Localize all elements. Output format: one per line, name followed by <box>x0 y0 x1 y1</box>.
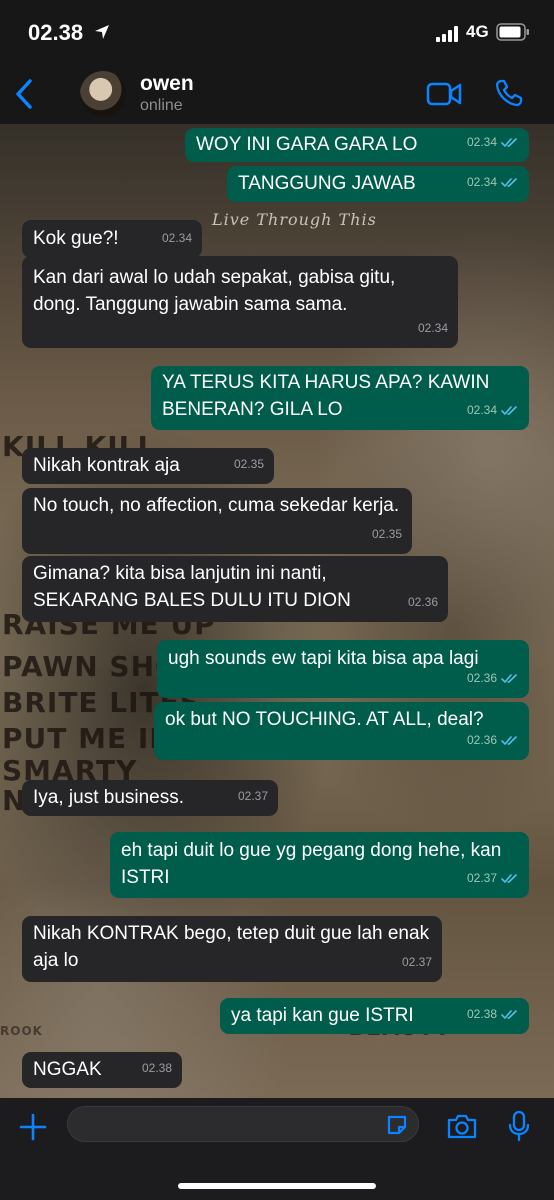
message-meta: 02.34 <box>467 129 519 156</box>
message-meta: 02.36 <box>408 589 438 616</box>
double-check-icon <box>501 137 517 147</box>
message-text: Kok gue?! <box>33 228 119 249</box>
message-text: Iya, just business. <box>33 787 185 808</box>
double-check-icon <box>501 177 517 187</box>
plus-icon[interactable] <box>18 1112 48 1142</box>
message-meta: 02.36 <box>467 665 519 692</box>
message-meta: 02.34 <box>418 315 448 342</box>
message-time: 02.36 <box>466 671 497 685</box>
message-bubble-incoming[interactable]: NGGAK 02.38 <box>22 1052 182 1088</box>
back-chevron-icon[interactable] <box>12 78 38 110</box>
sticker-icon[interactable] <box>385 1113 409 1137</box>
message-bubble-outgoing[interactable]: ya tapi kan gue ISTRI 02.38 <box>220 998 529 1034</box>
status-time: 02.38 <box>28 20 84 45</box>
mic-icon[interactable] <box>508 1110 530 1142</box>
message-time: 02.36 <box>407 595 438 609</box>
message-time: 02.34 <box>161 231 192 245</box>
message-text: ok but NO TOUCHING. AT ALL, deal? <box>165 709 484 730</box>
composer-bar <box>0 1098 554 1200</box>
message-time: 02.37 <box>466 871 497 885</box>
avatar[interactable] <box>80 71 126 117</box>
message-text: YA TERUS KITA HARUS APA? KAWIN BENERAN? … <box>162 372 490 420</box>
wallpaper-text: ROOK <box>0 1024 43 1038</box>
contact-status: online <box>140 97 183 114</box>
message-text: No touch, no affection, cuma sekedar ker… <box>33 495 400 516</box>
message-time: 02.35 <box>233 457 264 471</box>
message-meta: 02.34 <box>467 397 519 424</box>
message-bubble-incoming[interactable]: Kan dari awal lo udah sepakat, gabisa gi… <box>22 256 458 348</box>
message-input[interactable] <box>67 1106 419 1142</box>
message-time: 02.35 <box>371 527 402 541</box>
message-bubble-incoming[interactable]: Iya, just business. 02.37 <box>22 780 278 816</box>
message-time: 02.38 <box>466 1007 497 1021</box>
double-check-icon <box>501 873 517 883</box>
battery-icon <box>496 23 529 41</box>
message-time: 02.37 <box>237 789 268 803</box>
message-bubble-outgoing[interactable]: ok but NO TOUCHING. AT ALL, deal? 02.36 <box>154 702 529 760</box>
message-meta: 02.37 <box>238 783 268 810</box>
message-bubble-incoming[interactable]: Nikah kontrak aja 02.35 <box>22 448 274 484</box>
phone-icon[interactable] <box>494 78 524 108</box>
message-time: 02.34 <box>466 135 497 149</box>
message-meta: 02.35 <box>372 521 402 548</box>
message-bubble-outgoing[interactable]: WOY INI GARA GARA LO 02.34 <box>185 128 529 162</box>
message-meta: 02.37 <box>402 949 432 976</box>
message-bubble-outgoing[interactable]: TANGGUNG JAWAB 02.34 <box>227 166 529 202</box>
message-time: 02.34 <box>466 175 497 189</box>
message-text: Gimana? kita bisa lanjutin ini nanti, SE… <box>33 563 351 611</box>
message-bubble-outgoing[interactable]: YA TERUS KITA HARUS APA? KAWIN BENERAN? … <box>151 366 529 430</box>
wallpaper-text: Live Through This <box>212 210 377 229</box>
message-time: 02.37 <box>401 955 432 969</box>
message-meta: 02.37 <box>467 865 519 892</box>
double-check-icon <box>501 405 517 415</box>
video-call-icon[interactable] <box>426 80 462 108</box>
network-type: 4G <box>466 22 489 41</box>
message-meta: 02.34 <box>162 225 192 252</box>
message-bubble-outgoing[interactable]: ugh sounds ew tapi kita bisa apa lagi 02… <box>157 640 529 698</box>
chat-header: owen online <box>0 66 554 124</box>
message-text: ugh sounds ew tapi kita bisa apa lagi <box>168 648 479 669</box>
location-arrow-icon <box>95 25 109 39</box>
message-meta: 02.38 <box>467 1001 519 1028</box>
message-bubble-incoming[interactable]: Kok gue?! 02.34 <box>22 220 202 258</box>
camera-icon[interactable] <box>446 1112 478 1140</box>
message-meta: 02.36 <box>467 727 519 754</box>
message-text: NGGAK <box>33 1059 102 1080</box>
message-text: ya tapi kan gue ISTRI <box>231 1005 414 1026</box>
message-bubble-incoming[interactable]: Gimana? kita bisa lanjutin ini nanti, SE… <box>22 556 448 622</box>
message-time: 02.34 <box>417 321 448 335</box>
message-text: Nikah KONTRAK bego, tetep duit gue lah e… <box>33 923 430 971</box>
message-text: Kan dari awal lo udah sepakat, gabisa gi… <box>33 267 396 315</box>
message-text: Nikah kontrak aja <box>33 455 180 476</box>
chat-area[interactable]: Live Through This KILL KILL RAISE ME UP … <box>0 124 554 1098</box>
home-indicator <box>178 1183 376 1189</box>
message-time: 02.38 <box>141 1061 172 1075</box>
message-meta: 02.35 <box>234 451 264 478</box>
double-check-icon <box>501 735 517 745</box>
status-bar: 02.38 4G <box>0 0 554 66</box>
message-time: 02.34 <box>466 403 497 417</box>
message-bubble-incoming[interactable]: No touch, no affection, cuma sekedar ker… <box>22 488 412 554</box>
message-bubble-outgoing[interactable]: eh tapi duit lo gue yg pegang dong hehe,… <box>110 832 529 898</box>
message-text: eh tapi duit lo gue yg pegang dong hehe,… <box>121 840 502 888</box>
message-meta: 02.34 <box>467 169 519 196</box>
message-text: TANGGUNG JAWAB <box>238 173 416 194</box>
double-check-icon <box>501 1009 517 1019</box>
double-check-icon <box>501 673 517 683</box>
message-text: WOY INI GARA GARA LO <box>196 134 418 155</box>
message-time: 02.36 <box>466 733 497 747</box>
message-bubble-incoming[interactable]: Nikah KONTRAK bego, tetep duit gue lah e… <box>22 916 442 982</box>
message-meta: 02.38 <box>142 1055 172 1082</box>
contact-name[interactable]: owen <box>140 72 194 96</box>
signal-icon <box>436 26 458 42</box>
